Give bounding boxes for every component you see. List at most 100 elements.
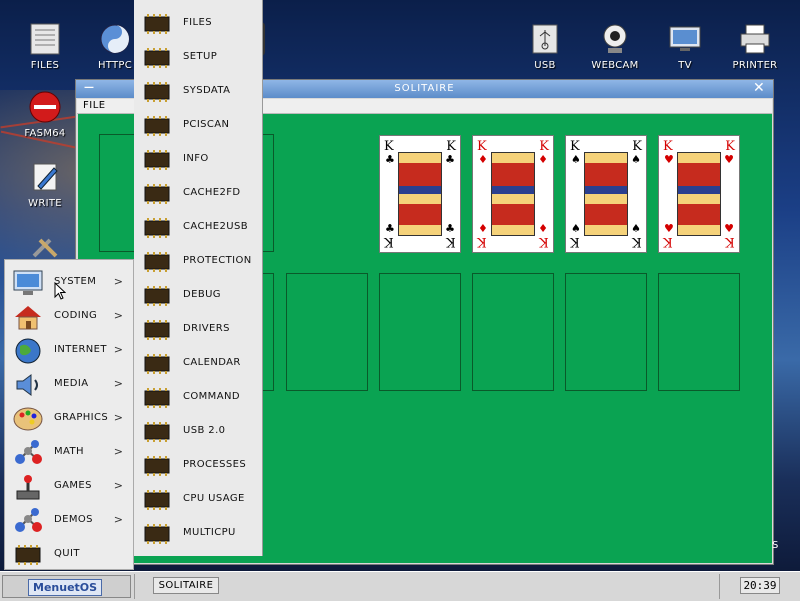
edge-text: S <box>772 540 779 551</box>
fasm64-icon <box>29 91 61 123</box>
club-icon: ♣ <box>445 222 455 235</box>
start-menu-item-graphics[interactable]: GRAPHICS > <box>5 401 133 435</box>
palette-icon <box>13 407 43 431</box>
tableau-slot[interactable] <box>472 273 554 391</box>
start-menu-item-coding[interactable]: CODING > <box>5 299 133 333</box>
system-submenu: FILES SETUP SYSDATA PCISCAN INFO CACHE2F… <box>134 0 263 556</box>
desktop-icon-printer[interactable]: PRINTER <box>720 22 790 71</box>
card-rank: K <box>632 139 642 154</box>
desktop-icon-label: HTTPC <box>97 60 133 71</box>
start-menu-label: MEDIA <box>54 378 89 389</box>
heart-icon: ♥ <box>724 153 734 166</box>
card-rank: K <box>477 234 487 249</box>
chevron-right-icon: > <box>113 309 123 322</box>
start-button[interactable]: MenuetOS <box>2 575 131 598</box>
card-rank: K <box>663 234 673 249</box>
desktop-icon-files[interactable]: FILES <box>10 22 80 71</box>
diamond-icon: ♦ <box>538 153 548 166</box>
start-menu-item-math[interactable]: MATH > <box>5 435 133 469</box>
submenu-item-cache2usb[interactable]: CACHE2USB <box>134 210 262 244</box>
desktop-icon-tools[interactable] <box>10 228 80 258</box>
start-menu-item-internet[interactable]: INTERNET > <box>5 333 133 367</box>
foundation-card[interactable]: K ♦ K ♦ ♦ K ♦ K <box>472 135 554 253</box>
card-rank: K <box>446 234 456 249</box>
submenu-label: SYSDATA <box>183 85 231 96</box>
card-rank: K <box>384 139 394 154</box>
menu-file[interactable]: FILE <box>83 100 106 111</box>
start-menu-item-demos[interactable]: DEMOS > <box>5 503 133 537</box>
card-rank: K <box>477 139 487 154</box>
diamond-icon: ♦ <box>538 222 548 235</box>
tableau-slot[interactable] <box>286 273 368 391</box>
club-icon: ♣ <box>445 153 455 166</box>
desktop-icon-write[interactable]: WRITE <box>10 160 80 209</box>
chip-icon <box>144 320 170 340</box>
chip-icon <box>144 252 170 272</box>
heart-icon: ♥ <box>664 222 674 235</box>
files-icon <box>30 23 60 55</box>
desktop-icon-label: USB <box>534 60 556 71</box>
desktop-icon-label: PRINTER <box>732 60 778 71</box>
start-menu-label: QUIT <box>54 548 80 559</box>
chip-icon <box>144 116 170 136</box>
mouse-cursor-icon <box>54 282 66 300</box>
submenu-item-multicpu[interactable]: MULTICPU <box>134 516 262 550</box>
usb-icon <box>532 24 558 54</box>
foundation-card[interactable]: K ♣ K ♣ ♣ K ♣ K <box>379 135 461 253</box>
tableau-slot[interactable] <box>658 273 740 391</box>
submenu-item-processes[interactable]: PROCESSES <box>134 448 262 482</box>
submenu-label: PROCESSES <box>183 459 247 470</box>
submenu-item-drivers[interactable]: DRIVERS <box>134 312 262 346</box>
foundation-card[interactable]: K ♥ K ♥ ♥ K ♥ K <box>658 135 740 253</box>
submenu-item-pciscan[interactable]: PCISCAN <box>134 108 262 142</box>
chevron-right-icon: > <box>113 343 123 356</box>
clock: 20:39 <box>740 577 780 594</box>
start-menu-label: INTERNET <box>54 344 107 355</box>
foundation-card[interactable]: K ♠ K ♠ ♠ K ♠ K <box>565 135 647 253</box>
desktop-icon-usb[interactable]: USB <box>510 22 580 71</box>
tableau-slot[interactable] <box>565 273 647 391</box>
webcam-icon <box>603 24 627 53</box>
joystick-icon <box>16 475 40 500</box>
chip-icon <box>144 14 170 34</box>
taskbar: MenuetOS SOLITAIRE 20:39 <box>0 571 800 601</box>
chip-icon <box>144 82 170 102</box>
start-menu-item-system[interactable]: SYSTEM > <box>5 265 133 299</box>
submenu-item-protection[interactable]: PROTECTION <box>134 244 262 278</box>
submenu-item-usb2[interactable]: USB 2.0 <box>134 414 262 448</box>
submenu-item-calendar[interactable]: CALENDAR <box>134 346 262 380</box>
submenu-item-debug[interactable]: DEBUG <box>134 278 262 312</box>
chevron-right-icon: > <box>113 479 123 492</box>
submenu-label: DRIVERS <box>183 323 230 334</box>
start-menu-label: GAMES <box>54 480 92 491</box>
submenu-item-command[interactable]: COMMAND <box>134 380 262 414</box>
submenu-item-cpu-usage[interactable]: CPU USAGE <box>134 482 262 516</box>
submenu-item-cache2fd[interactable]: CACHE2FD <box>134 176 262 210</box>
chip-icon <box>144 524 170 544</box>
tableau-slot[interactable] <box>379 273 461 391</box>
desktop-icon-fasm64[interactable]: FASM64 <box>10 90 80 139</box>
desktop-icon-tv[interactable]: TV <box>650 22 720 71</box>
close-icon[interactable]: ✕ <box>753 81 767 95</box>
desktop-icon-webcam[interactable]: WEBCAM <box>580 22 650 71</box>
taskbar-divider <box>719 574 720 599</box>
submenu-item-info[interactable]: INFO <box>134 142 262 176</box>
submenu-item-files[interactable]: FILES <box>134 6 262 40</box>
submenu-label: MULTICPU <box>183 527 236 538</box>
card-rank: K <box>384 234 394 249</box>
king-art <box>677 152 721 236</box>
submenu-item-setup[interactable]: SETUP <box>134 40 262 74</box>
start-menu-item-games[interactable]: GAMES > <box>5 469 133 503</box>
molecule-icon <box>15 440 42 464</box>
submenu-item-sysdata[interactable]: SYSDATA <box>134 74 262 108</box>
card-rank: K <box>446 139 456 154</box>
start-menu-item-quit[interactable]: QUIT <box>5 537 133 571</box>
desktop-icon-label: FASM64 <box>24 128 66 139</box>
chevron-right-icon: > <box>113 445 123 458</box>
spade-icon: ♠ <box>631 153 641 166</box>
spade-icon: ♠ <box>571 222 581 235</box>
start-menu-item-media[interactable]: MEDIA > <box>5 367 133 401</box>
chip-icon <box>144 150 170 170</box>
taskbar-item-solitaire[interactable]: SOLITAIRE <box>153 577 219 594</box>
chevron-right-icon: > <box>113 513 123 526</box>
